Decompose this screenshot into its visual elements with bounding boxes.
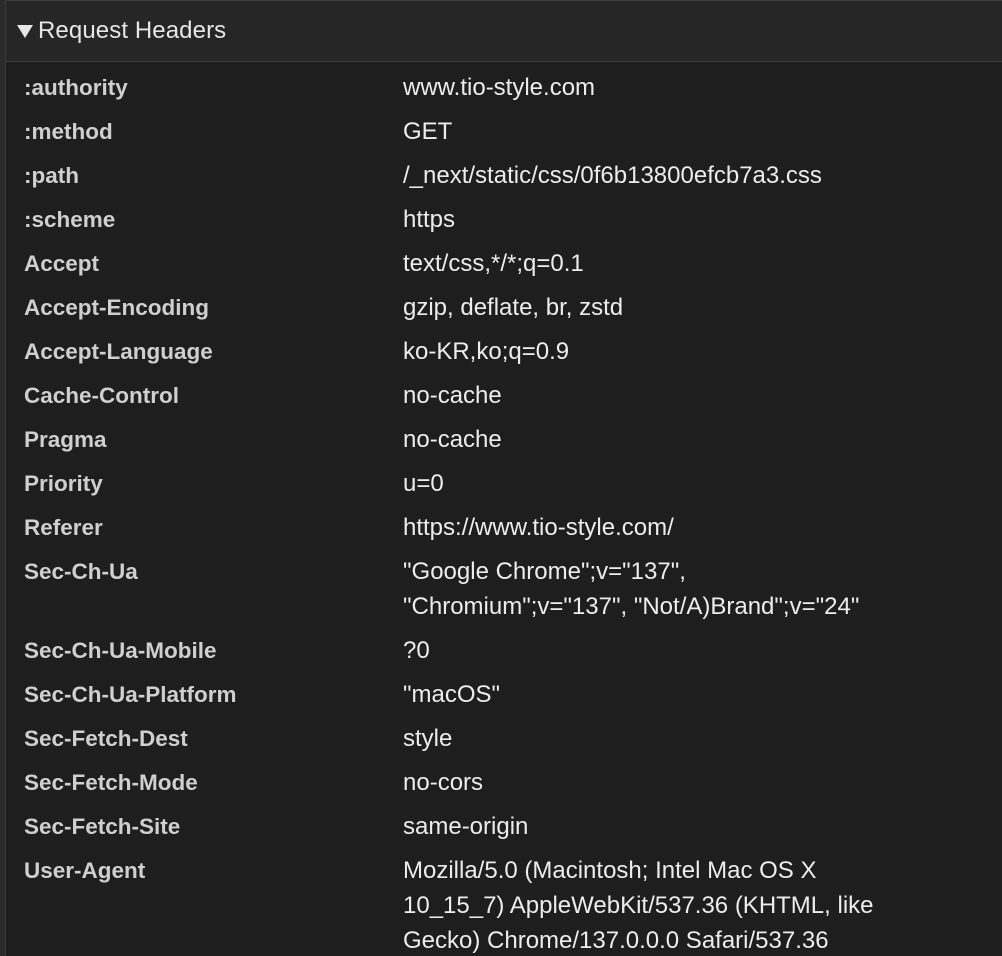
header-name[interactable]: Sec-Fetch-Site <box>6 809 403 844</box>
header-name[interactable]: Sec-Fetch-Mode <box>6 765 403 800</box>
header-row: Cache-Control no-cache <box>6 378 1002 413</box>
header-value[interactable]: Mozilla/5.0 (Macintosh; Intel Mac OS X 10… <box>403 853 983 956</box>
header-name[interactable]: Cache-Control <box>6 378 403 413</box>
header-value-line: text/css,*/*;q=0.1 <box>403 250 584 277</box>
header-value-line: Mozilla/5.0 (Macintosh; Intel Mac OS X <box>403 857 817 884</box>
header-value-line: /_next/static/css/0f6b13800efcb7a3.css <box>403 162 822 189</box>
header-name[interactable]: :method <box>6 114 403 149</box>
header-row: :authority www.tio-style.com <box>6 70 1002 105</box>
header-value-line: https <box>403 206 456 233</box>
header-value-line: Gecko) Chrome/137.0.0.0 Safari/537.36 <box>403 927 829 954</box>
header-value-line: ?0 <box>403 637 430 664</box>
header-value[interactable]: text/css,*/*;q=0.1 <box>403 246 983 281</box>
request-headers-toggle[interactable]: Request Headers <box>6 0 1002 62</box>
header-value[interactable]: no-cors <box>403 765 983 800</box>
header-row: Referer https://www.tio-style.com/ <box>6 510 1002 545</box>
header-row: :path/_next/static/css/0f6b13800efcb7a3.… <box>6 158 1002 193</box>
header-name[interactable]: :authority <box>6 70 403 105</box>
header-value[interactable]: "Google Chrome";v="137", "Chromium";v="13… <box>403 554 983 624</box>
header-value[interactable]: u=0 <box>403 466 983 501</box>
header-value[interactable]: ?0 <box>403 633 983 668</box>
header-row: Sec-Fetch-Mode no-cors <box>6 765 1002 800</box>
header-name[interactable]: Sec-Ch-Ua <box>6 554 403 589</box>
header-value-line: no-cache <box>403 426 502 453</box>
header-row: Sec-Ch-Ua-Mobile ?0 <box>6 633 1002 668</box>
header-name[interactable]: Priority <box>6 466 403 501</box>
header-row: Sec-Fetch-Site same-origin <box>6 809 1002 844</box>
header-name[interactable]: Pragma <box>6 422 403 457</box>
header-row: User-Agent Mozilla/5.0 (Macintosh; Intel … <box>6 853 1002 956</box>
header-name[interactable]: Referer <box>6 510 403 545</box>
header-value-line: u=0 <box>403 470 444 497</box>
header-name[interactable]: Accept-Language <box>6 334 403 369</box>
header-row: Pragma no-cache <box>6 422 1002 457</box>
header-value-line: GET <box>403 118 453 145</box>
header-value-line: 10_15_7) AppleWebKit/537.36 (KHTML, like <box>403 892 874 919</box>
header-name[interactable]: Sec-Ch-Ua-Mobile <box>6 633 403 668</box>
header-row: :method GET <box>6 114 1002 149</box>
header-row: Sec-Ch-Ua-Platform "macOS" <box>6 677 1002 712</box>
triangle-down-icon[interactable] <box>17 25 33 38</box>
header-value-line: no-cors <box>403 769 484 796</box>
header-row: :scheme https <box>6 202 1002 237</box>
header-name[interactable]: Accept <box>6 246 403 281</box>
header-row: Accept-Language ko-KR,ko;q=0.9 <box>6 334 1002 369</box>
headers-list: :authority www.tio-style.com:method GET:pa… <box>6 62 1002 956</box>
header-value[interactable]: same-origin <box>403 809 983 844</box>
header-name[interactable]: Accept-Encoding <box>6 290 403 325</box>
header-value[interactable]: "macOS" <box>403 677 983 712</box>
header-value[interactable]: https://www.tio-style.com/ <box>403 510 983 545</box>
header-value-line: "Google Chrome";v="137", <box>403 558 686 585</box>
header-value-line: no-cache <box>403 382 502 409</box>
header-value[interactable]: no-cache <box>403 378 983 413</box>
header-row: Sec-Ch-Ua "Google Chrome";v="137", "Chromi… <box>6 554 1002 624</box>
header-value[interactable]: /_next/static/css/0f6b13800efcb7a3.css <box>403 158 983 193</box>
header-value-line: www.tio-style.com <box>403 74 596 101</box>
header-value-line: ko-KR,ko;q=0.9 <box>403 338 570 365</box>
section-title: Request Headers <box>38 17 227 44</box>
header-value-line: "macOS" <box>403 681 501 708</box>
header-value-line: style <box>403 725 453 752</box>
header-name[interactable]: Sec-Ch-Ua-Platform <box>6 677 403 712</box>
header-value-line: same-origin <box>403 813 529 840</box>
header-name[interactable]: User-Agent <box>6 853 403 888</box>
header-value[interactable]: ko-KR,ko;q=0.9 <box>403 334 983 369</box>
header-name[interactable]: :scheme <box>6 202 403 237</box>
header-name[interactable]: Sec-Fetch-Dest <box>6 721 403 756</box>
header-name[interactable]: :path <box>6 158 403 193</box>
header-value[interactable]: GET <box>403 114 983 149</box>
header-value[interactable]: https <box>403 202 983 237</box>
header-row: Sec-Fetch-Dest style <box>6 721 1002 756</box>
header-value-line: https://www.tio-style.com/ <box>403 514 674 541</box>
request-headers-panel: Request Headers :authority www.tio-style.… <box>6 0 1002 956</box>
header-value-line: gzip, deflate, br, zstd <box>403 294 624 321</box>
header-row: Accept-Encoding gzip, deflate, br, zstd <box>6 290 1002 325</box>
header-row: Priority u=0 <box>6 466 1002 501</box>
header-value[interactable]: gzip, deflate, br, zstd <box>403 290 983 325</box>
header-row: Accept text/css,*/*;q=0.1 <box>6 246 1002 281</box>
header-value[interactable]: style <box>403 721 983 756</box>
header-value[interactable]: www.tio-style.com <box>403 70 983 105</box>
header-value-line: "Chromium";v="137", "Not/A)Brand";v="24" <box>403 593 860 620</box>
header-value[interactable]: no-cache <box>403 422 983 457</box>
